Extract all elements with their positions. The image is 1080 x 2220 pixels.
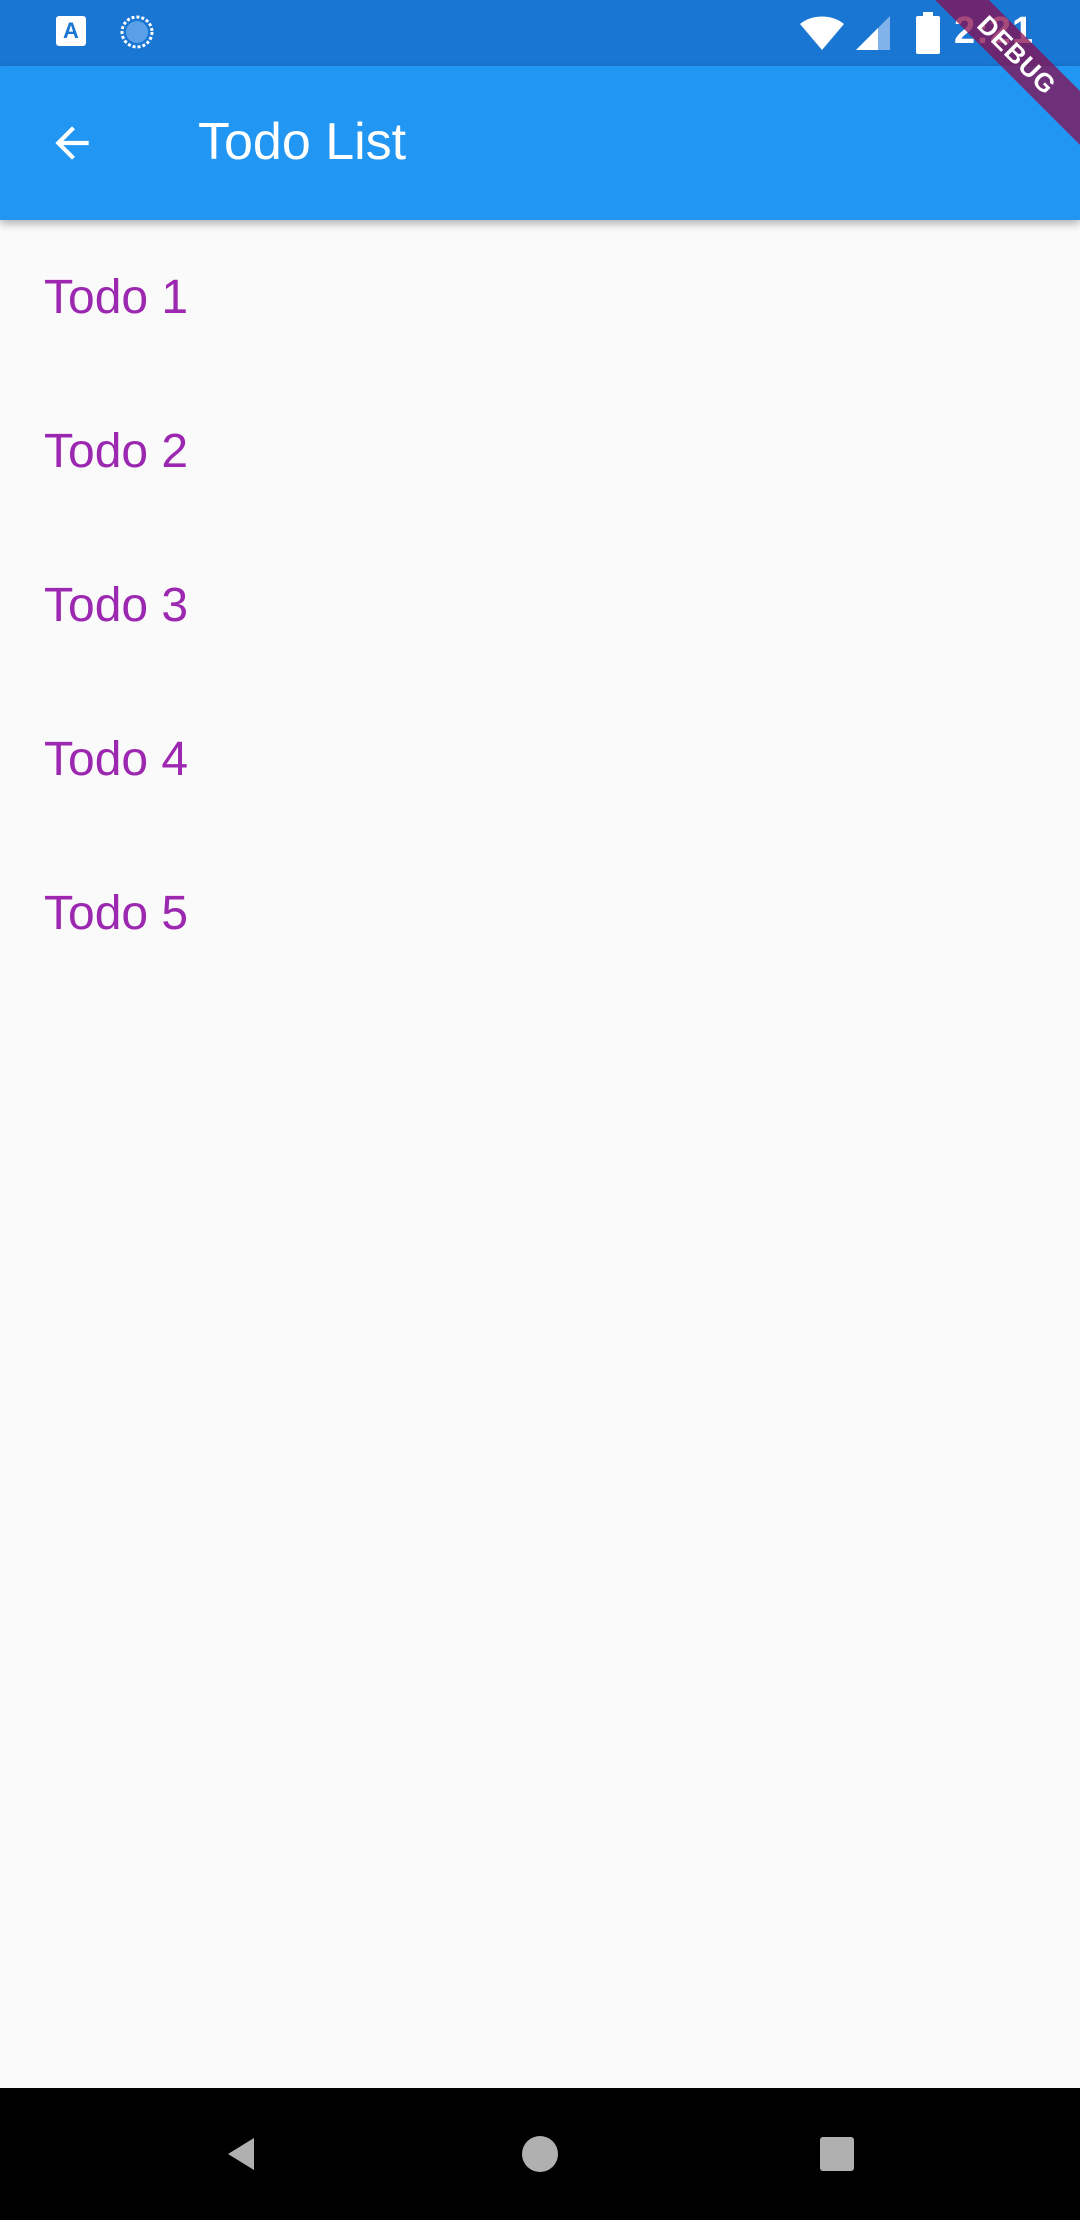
todo-list: Todo 1 Todo 2 Todo 3 Todo 4 Todo 5 <box>0 220 1080 990</box>
battery-icon <box>916 12 940 54</box>
nav-recents-button[interactable] <box>807 2124 867 2184</box>
status-time: 2:21 <box>953 10 1034 52</box>
todo-title: Todo 2 <box>44 424 189 478</box>
nav-back-icon <box>228 2138 254 2170</box>
screen: A 2:21 Todo List DEBUG Todo 1 Todo 2 Tod… <box>0 0 1080 2220</box>
accessibility-icon: A <box>56 16 86 46</box>
list-item[interactable]: Todo 2 <box>0 374 1080 528</box>
list-item[interactable]: Todo 3 <box>0 528 1080 682</box>
wifi-icon <box>800 16 844 50</box>
nav-home-button[interactable] <box>510 2124 570 2184</box>
todo-title: Todo 5 <box>44 886 189 940</box>
list-item[interactable]: Todo 5 <box>0 836 1080 990</box>
status-bar: A 2:21 <box>0 0 1080 66</box>
todo-title: Todo 3 <box>44 578 189 632</box>
cell-signal-icon <box>856 16 890 50</box>
nav-home-icon <box>522 2136 558 2172</box>
nav-back-button[interactable] <box>212 2124 272 2184</box>
navigation-bar <box>0 2088 1080 2220</box>
app-bar: Todo List <box>0 66 1080 220</box>
page-title: Todo List <box>198 113 407 171</box>
nav-recents-icon <box>820 2137 854 2171</box>
todo-title: Todo 1 <box>44 270 189 324</box>
back-button[interactable] <box>24 95 120 191</box>
todo-title: Todo 4 <box>44 732 189 786</box>
list-item[interactable]: Todo 1 <box>0 220 1080 374</box>
arrow-back-icon <box>55 126 89 160</box>
sync-icon <box>120 15 154 49</box>
list-item[interactable]: Todo 4 <box>0 682 1080 836</box>
